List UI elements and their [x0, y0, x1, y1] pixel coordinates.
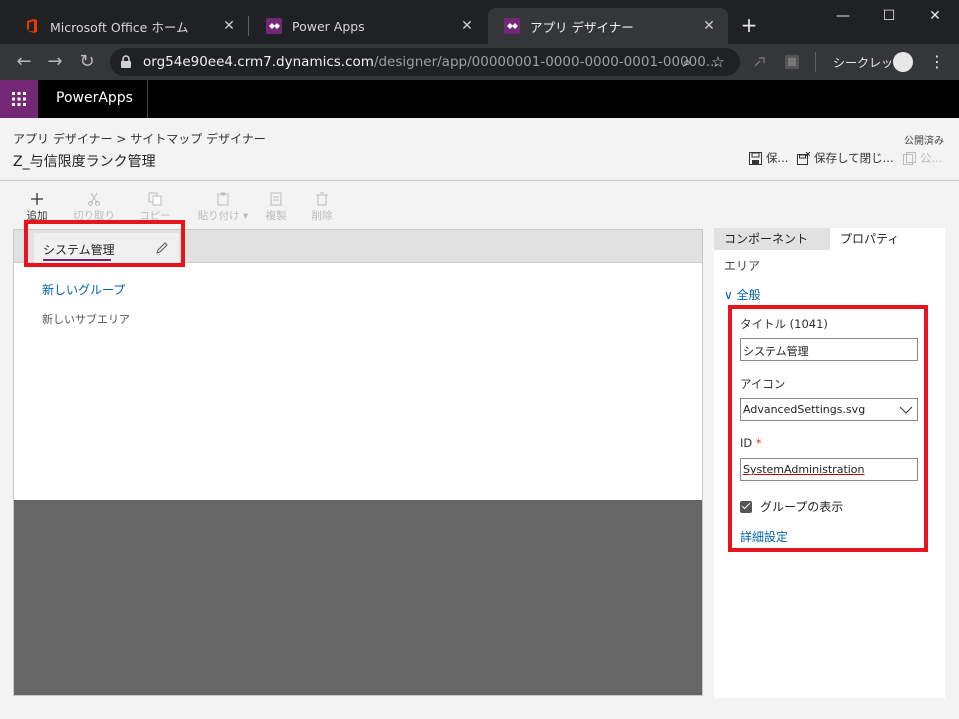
toolbar-divider	[815, 52, 816, 72]
highlight-box-area-tile	[24, 220, 185, 267]
app-name[interactable]: PowerApps	[56, 90, 133, 106]
trash-icon	[316, 192, 328, 206]
section-general-toggle[interactable]: ∨ 全般	[724, 286, 761, 303]
breadcrumb-sitemap-designer: サイトマップ デザイナー	[130, 132, 266, 146]
publish-status: 公開済み	[904, 136, 944, 147]
chevron-down-icon: ∨	[724, 288, 737, 302]
browser-tab-office[interactable]: Microsoft Office ホーム ✕	[8, 8, 248, 44]
add-button[interactable]: 追加	[15, 192, 59, 223]
page-title: Z_与信限度ランク管理	[13, 154, 156, 170]
clone-button[interactable]: 複製	[254, 192, 298, 223]
publish-button[interactable]: 公...	[903, 150, 942, 166]
incognito-icon[interactable]	[893, 52, 913, 72]
url-field[interactable]: org54e90ee4.crm7.dynamics.com/designer/a…	[110, 48, 740, 76]
breadcrumb-app-designer[interactable]: アプリ デザイナー	[13, 132, 113, 146]
powerapps-icon	[266, 18, 282, 34]
browser-tab-app-designer[interactable]: アプリ デザイナー ✕	[488, 8, 728, 44]
sitemap-canvas: システム管理 新しいグループ 新しいサブエリア	[13, 229, 703, 696]
extension-icon[interactable]	[784, 54, 800, 70]
tab-components[interactable]: コンポーネント	[714, 228, 830, 250]
chevron-right-icon: >	[116, 132, 127, 146]
header-divider	[0, 180, 959, 181]
selected-type-label: エリア	[724, 259, 761, 273]
browser-tab-title: アプリ デザイナー	[530, 19, 634, 35]
reload-icon[interactable]: ↻	[75, 50, 99, 74]
browser-tabbar: Microsoft Office ホーム ✕ Power Apps ✕ アプリ …	[0, 0, 959, 44]
save-close-icon	[797, 151, 810, 165]
chevron-down-icon: ▾	[239, 210, 249, 222]
delete-button[interactable]: 削除	[300, 192, 344, 223]
window-close-icon[interactable]: ✕	[920, 4, 950, 28]
clone-icon	[270, 192, 282, 206]
breadcrumb: アプリ デザイナー > サイトマップ デザイナー	[13, 130, 266, 147]
scissors-icon	[88, 192, 100, 206]
cut-button[interactable]: 切り取り	[72, 192, 116, 223]
header-divider	[147, 80, 148, 118]
browser-menu-icon[interactable]: ⋮	[929, 52, 945, 72]
save-button[interactable]: 保...	[749, 150, 788, 166]
browser-tab-title: Microsoft Office ホーム	[50, 19, 189, 35]
close-icon[interactable]: ✕	[700, 17, 718, 35]
bookmark-star-icon[interactable]: ☆	[709, 53, 727, 71]
office-icon	[27, 19, 37, 33]
powerapps-icon	[504, 18, 520, 34]
paste-button[interactable]: 貼り付け ▾	[193, 192, 253, 223]
publish-icon	[903, 151, 916, 165]
group-title[interactable]: 新しいグループ	[42, 281, 125, 298]
save-and-close-button[interactable]: 保存して閉じ...	[797, 150, 894, 166]
close-icon[interactable]: ✕	[458, 17, 476, 35]
zoom-icon[interactable]: ⌕	[678, 53, 696, 71]
lock-icon	[121, 55, 131, 68]
browser-address-bar: ← → ↻ org54e90ee4.crm7.dynamics.com/desi…	[0, 44, 959, 80]
new-tab-icon[interactable]: +	[738, 14, 760, 36]
url-text: org54e90ee4.crm7.dynamics.com/designer/a…	[143, 54, 719, 70]
copy-button[interactable]: コピー	[133, 192, 177, 223]
copy-icon	[148, 192, 162, 206]
tab-properties[interactable]: プロパティ	[830, 228, 945, 250]
browser-tab-powerapps[interactable]: Power Apps ✕	[250, 8, 486, 44]
back-icon[interactable]: ←	[12, 50, 36, 74]
save-icon	[749, 151, 762, 165]
tab-divider	[248, 16, 249, 36]
waffle-icon	[12, 92, 26, 106]
minimize-icon[interactable]: —	[828, 4, 858, 28]
plus-icon	[31, 193, 43, 205]
close-icon[interactable]: ✕	[220, 17, 238, 35]
maximize-icon[interactable]: ☐	[874, 4, 904, 28]
app-launcher-button[interactable]	[0, 80, 38, 118]
paste-icon	[217, 192, 229, 206]
extension-icon[interactable]	[752, 54, 768, 70]
forward-icon[interactable]: →	[43, 50, 67, 74]
designer-page: アプリ デザイナー > サイトマップ デザイナー Z_与信限度ランク管理 公開済…	[0, 118, 959, 719]
browser-tab-title: Power Apps	[292, 18, 365, 34]
canvas-empty-area	[14, 500, 702, 695]
app-header: PowerApps	[0, 80, 959, 118]
highlight-box-properties	[728, 305, 928, 552]
subarea-title[interactable]: 新しいサブエリア	[42, 311, 130, 327]
